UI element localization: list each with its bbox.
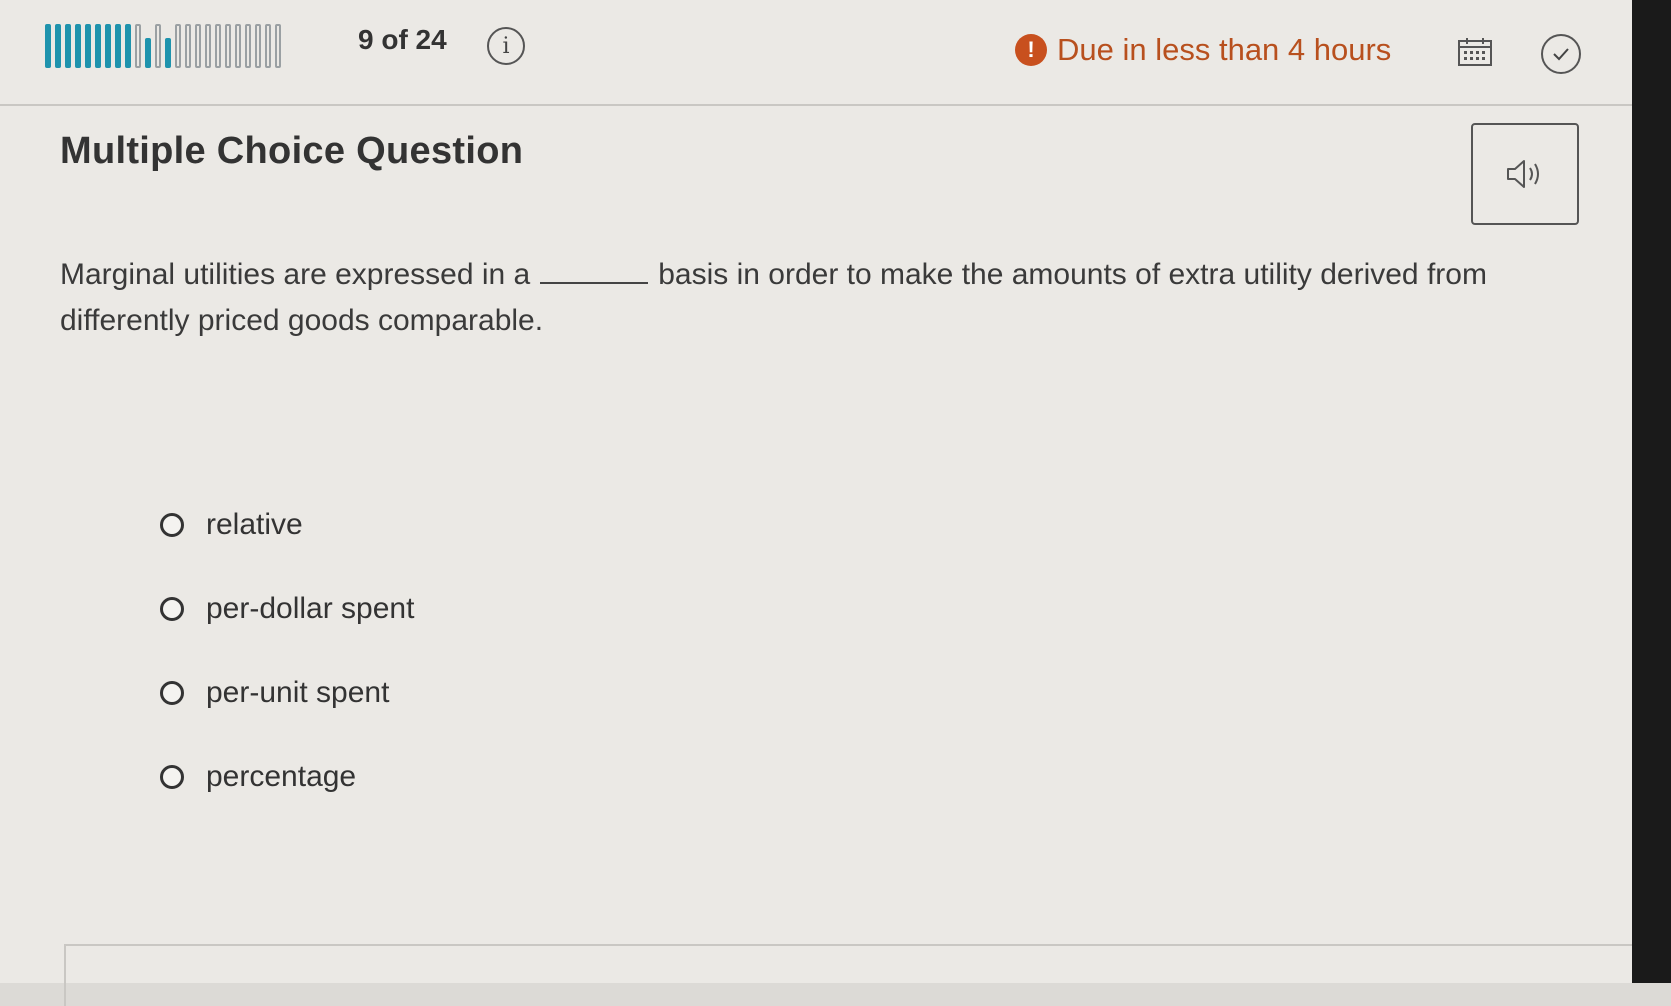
info-icon: i: [502, 33, 510, 59]
answer-options: relative per-dollar spent per-unit spent…: [160, 505, 414, 841]
calendar-icon: [1458, 38, 1492, 66]
speaker-icon: [1507, 160, 1539, 188]
info-button[interactable]: i: [487, 27, 525, 65]
monitor-bezel: [1632, 0, 1671, 983]
progress-segment[interactable]: [275, 24, 281, 68]
due-notice: ! Due in less than 4 hours: [1015, 32, 1391, 68]
progress-segment[interactable]: [135, 24, 141, 68]
answer-option[interactable]: percentage: [160, 757, 414, 797]
check-icon: [1553, 48, 1569, 61]
progress-segment[interactable]: [255, 24, 261, 68]
question-type-title: Multiple Choice Question: [60, 130, 524, 172]
read-aloud-button[interactable]: [1471, 123, 1579, 225]
progress-segment[interactable]: [175, 24, 181, 68]
progress-segment[interactable]: [65, 24, 71, 68]
question-counter: 9 of 24: [358, 24, 447, 55]
assignment-header: 9 of 24 i ! Due in less than 4 hours: [0, 0, 1632, 106]
option-label: per-dollar spent: [206, 592, 415, 625]
progress-segment[interactable]: [215, 24, 221, 68]
progress-segment[interactable]: [235, 24, 241, 68]
progress-segment[interactable]: [165, 38, 171, 68]
progress-segment[interactable]: [185, 24, 191, 68]
progress-segment[interactable]: [245, 24, 251, 68]
radio-button[interactable]: [160, 681, 184, 705]
progress-segment[interactable]: [265, 24, 271, 68]
screen: 9 of 24 i ! Due in less than 4 hours Mul…: [0, 0, 1636, 1006]
progress-segment[interactable]: [205, 24, 211, 68]
progress-segment[interactable]: [55, 24, 61, 68]
option-label: percentage: [206, 760, 357, 793]
radio-button[interactable]: [160, 597, 184, 621]
progress-segment[interactable]: [195, 24, 201, 68]
due-text: Due in less than 4 hours: [1057, 32, 1392, 67]
radio-button[interactable]: [160, 765, 184, 789]
option-label: per-unit spent: [206, 676, 390, 709]
warning-icon: !: [1015, 34, 1047, 66]
progress-segment[interactable]: [95, 24, 101, 68]
submit-check-button[interactable]: [1541, 34, 1581, 74]
option-label: relative: [206, 508, 303, 541]
progress-segment[interactable]: [85, 24, 91, 68]
progress-segment[interactable]: [75, 24, 81, 68]
progress-segment[interactable]: [155, 24, 161, 68]
progress-segment[interactable]: [105, 24, 111, 68]
prompt-text-before: Marginal utilities are expressed in a: [60, 258, 531, 291]
fill-in-blank: [540, 258, 649, 284]
progress-segment[interactable]: [125, 24, 131, 68]
answer-option[interactable]: per-dollar spent: [160, 589, 414, 629]
progress-segment[interactable]: [225, 24, 231, 68]
progress-indicator[interactable]: [45, 22, 281, 70]
next-question-panel: [64, 944, 1636, 1006]
answer-option[interactable]: per-unit spent: [160, 673, 414, 713]
progress-segment[interactable]: [145, 38, 151, 68]
calendar-button[interactable]: [1458, 38, 1492, 66]
question-prompt: Marginal utilities are expressed in a bas…: [60, 252, 1540, 344]
progress-segment[interactable]: [45, 24, 51, 68]
answer-option[interactable]: relative: [160, 505, 414, 545]
progress-segment[interactable]: [115, 24, 121, 68]
radio-button[interactable]: [160, 513, 184, 537]
